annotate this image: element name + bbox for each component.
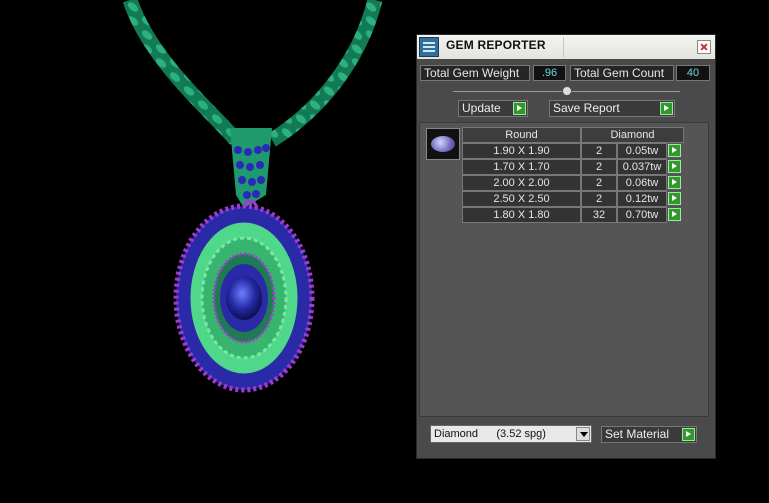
3d-viewport[interactable] [0, 0, 415, 499]
play-arrow-icon [682, 428, 695, 441]
play-arrow-icon [513, 102, 526, 115]
title-bar[interactable]: GEM REPORTER [417, 35, 715, 59]
gem-reporter-app-icon [419, 37, 439, 57]
save-report-label: Save Report [553, 101, 620, 115]
gem-size: 1.80 X 1.80 [462, 207, 581, 223]
gem-count: 32 [581, 207, 617, 223]
set-material-label: Set Material [605, 427, 670, 441]
save-report-button[interactable]: Save Report [549, 100, 675, 117]
material-column-header: Diamond [581, 127, 684, 143]
gem-size: 1.90 X 1.90 [462, 143, 581, 159]
gem-count: 2 [581, 191, 617, 207]
gem-size: 2.00 X 2.00 [462, 175, 581, 191]
chain [122, 0, 242, 145]
gem-size: 2.50 X 2.50 [462, 191, 581, 207]
row-go-arrow-icon[interactable] [668, 176, 681, 189]
title-divider [563, 37, 564, 57]
total-gem-count-label: Total Gem Count [570, 65, 674, 81]
total-gem-weight-value: .96 [533, 65, 566, 81]
play-arrow-icon [660, 102, 673, 115]
gem-count: 2 [581, 175, 617, 191]
material-select-value: Diamond (3.52 spg) [434, 428, 546, 440]
update-label: Update [462, 101, 501, 115]
slider-handle[interactable] [561, 86, 572, 96]
gem-count: 2 [581, 159, 617, 175]
gem-weight: 0.70tw [617, 207, 667, 223]
close-icon[interactable] [697, 40, 711, 54]
set-material-button[interactable]: Set Material [601, 426, 697, 443]
row-go-arrow-icon[interactable] [668, 192, 681, 205]
total-gem-count-value: 40 [676, 65, 710, 81]
total-gem-weight-label: Total Gem Weight [420, 65, 530, 81]
gem-weight: 0.05tw [617, 143, 667, 159]
gem-size: 1.70 X 1.70 [462, 159, 581, 175]
update-button[interactable]: Update [458, 100, 528, 117]
row-go-arrow-icon[interactable] [668, 160, 681, 173]
material-select[interactable]: Diamond (3.52 spg) [430, 425, 592, 443]
gem-weight: 0.037tw [617, 159, 667, 175]
chain-right [267, 0, 383, 147]
row-go-arrow-icon[interactable] [668, 208, 681, 221]
row-go-arrow-icon[interactable] [668, 144, 681, 157]
chevron-down-icon[interactable] [576, 427, 590, 441]
gem-weight: 0.06tw [617, 175, 667, 191]
gem-count: 2 [581, 143, 617, 159]
center-stone [226, 276, 262, 320]
gem-reporter-panel: GEM REPORTER Total Gem Weight .96 Total … [416, 34, 716, 459]
round-gem-thumbnail-icon[interactable] [426, 128, 460, 160]
shape-column-header: Round [462, 127, 581, 143]
window-title: GEM REPORTER [446, 38, 546, 52]
gem-weight: 0.12tw [617, 191, 667, 207]
pendant-render [122, 0, 383, 393]
